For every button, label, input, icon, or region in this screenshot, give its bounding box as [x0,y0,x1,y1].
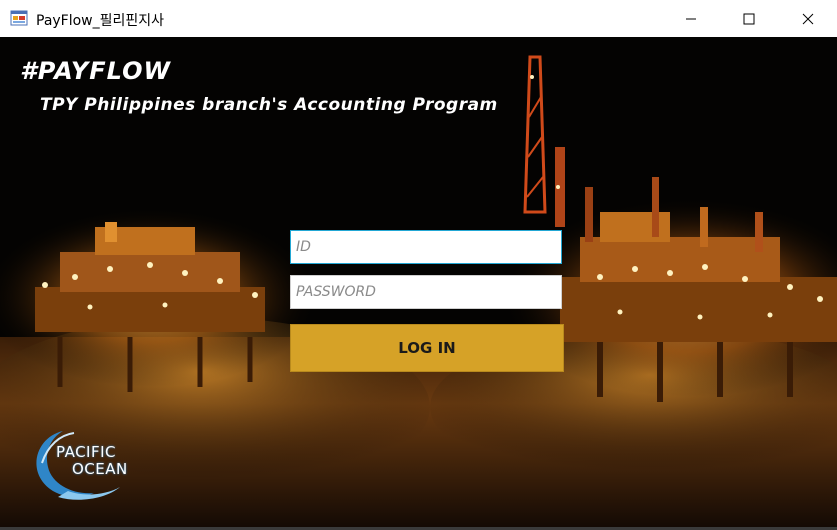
minimize-button[interactable] [662,0,720,37]
logo-text-ocean: OCEAN [72,460,128,478]
minimize-icon [686,18,696,19]
maximize-button[interactable] [720,0,778,37]
pacific-ocean-logo: PACIFIC OCEAN [28,423,158,503]
title-bar: PayFlow_필리핀지사 [0,0,837,37]
app-subtitle: TPY Philippines branch's Accounting Prog… [40,95,498,115]
password-input[interactable] [290,275,562,309]
close-button[interactable] [779,0,837,37]
login-button[interactable]: LOG IN [290,324,564,372]
app-window-icon [10,10,28,26]
close-icon [802,13,814,24]
background-scene: #PAYFLOW TPY Philippines branch's Accoun… [0,37,837,527]
window-title: PayFlow_필리핀지사 [36,13,165,29]
brand-title: #PAYFLOW [20,57,171,85]
logo-text-pacific: PACIFIC [56,443,117,461]
maximize-icon [743,13,755,24]
id-input[interactable] [290,230,562,264]
